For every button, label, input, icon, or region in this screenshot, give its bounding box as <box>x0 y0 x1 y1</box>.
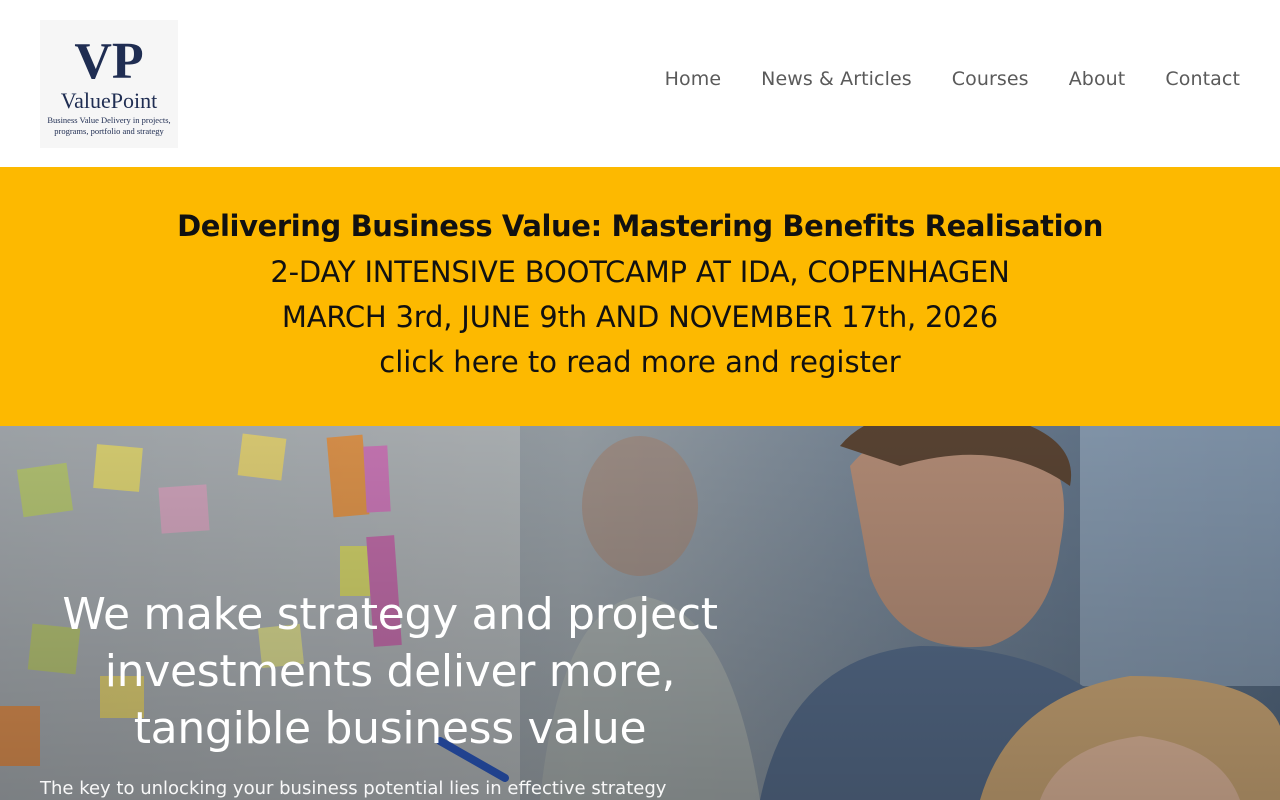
logo-name: ValuePoint <box>61 88 158 113</box>
logo-tagline-1: Business Value Delivery in projects, <box>47 115 170 125</box>
valuepoint-logo-icon: VP ValuePoint Business Value Delivery in… <box>47 33 170 136</box>
nav-home[interactable]: Home <box>665 68 722 90</box>
logo-tagline-2: programs, portfolio and strategy <box>54 126 164 136</box>
logo-monogram: VP <box>74 33 143 90</box>
banner-title: Delivering Business Value: Mastering Ben… <box>177 209 1103 243</box>
nav-contact[interactable]: Contact <box>1165 68 1240 90</box>
nav-about[interactable]: About <box>1069 68 1126 90</box>
main-nav: Home News & Articles Courses About Conta… <box>665 68 1240 90</box>
hero-section: We make strategy and project investments… <box>0 426 1280 800</box>
site-header: VP ValuePoint Business Value Delivery in… <box>0 0 1280 167</box>
logo[interactable]: VP ValuePoint Business Value Delivery in… <box>40 20 178 148</box>
nav-courses[interactable]: Courses <box>952 68 1029 90</box>
hero-heading: We make strategy and project investments… <box>62 589 718 754</box>
hero-subtext: The key to unlocking your business poten… <box>40 778 667 799</box>
banner-dates-line: MARCH 3rd, JUNE 9th AND NOVEMBER 17th, 2… <box>281 300 999 334</box>
register-link[interactable]: click here to read more and register <box>0 345 1280 379</box>
nav-news-articles[interactable]: News & Articles <box>761 68 912 90</box>
banner-bootcamp-line: 2-DAY INTENSIVE BOOTCAMP AT IDA, COPENHA… <box>270 255 1010 289</box>
announcement-banner: Delivering Business Value: Mastering Ben… <box>0 167 1280 426</box>
